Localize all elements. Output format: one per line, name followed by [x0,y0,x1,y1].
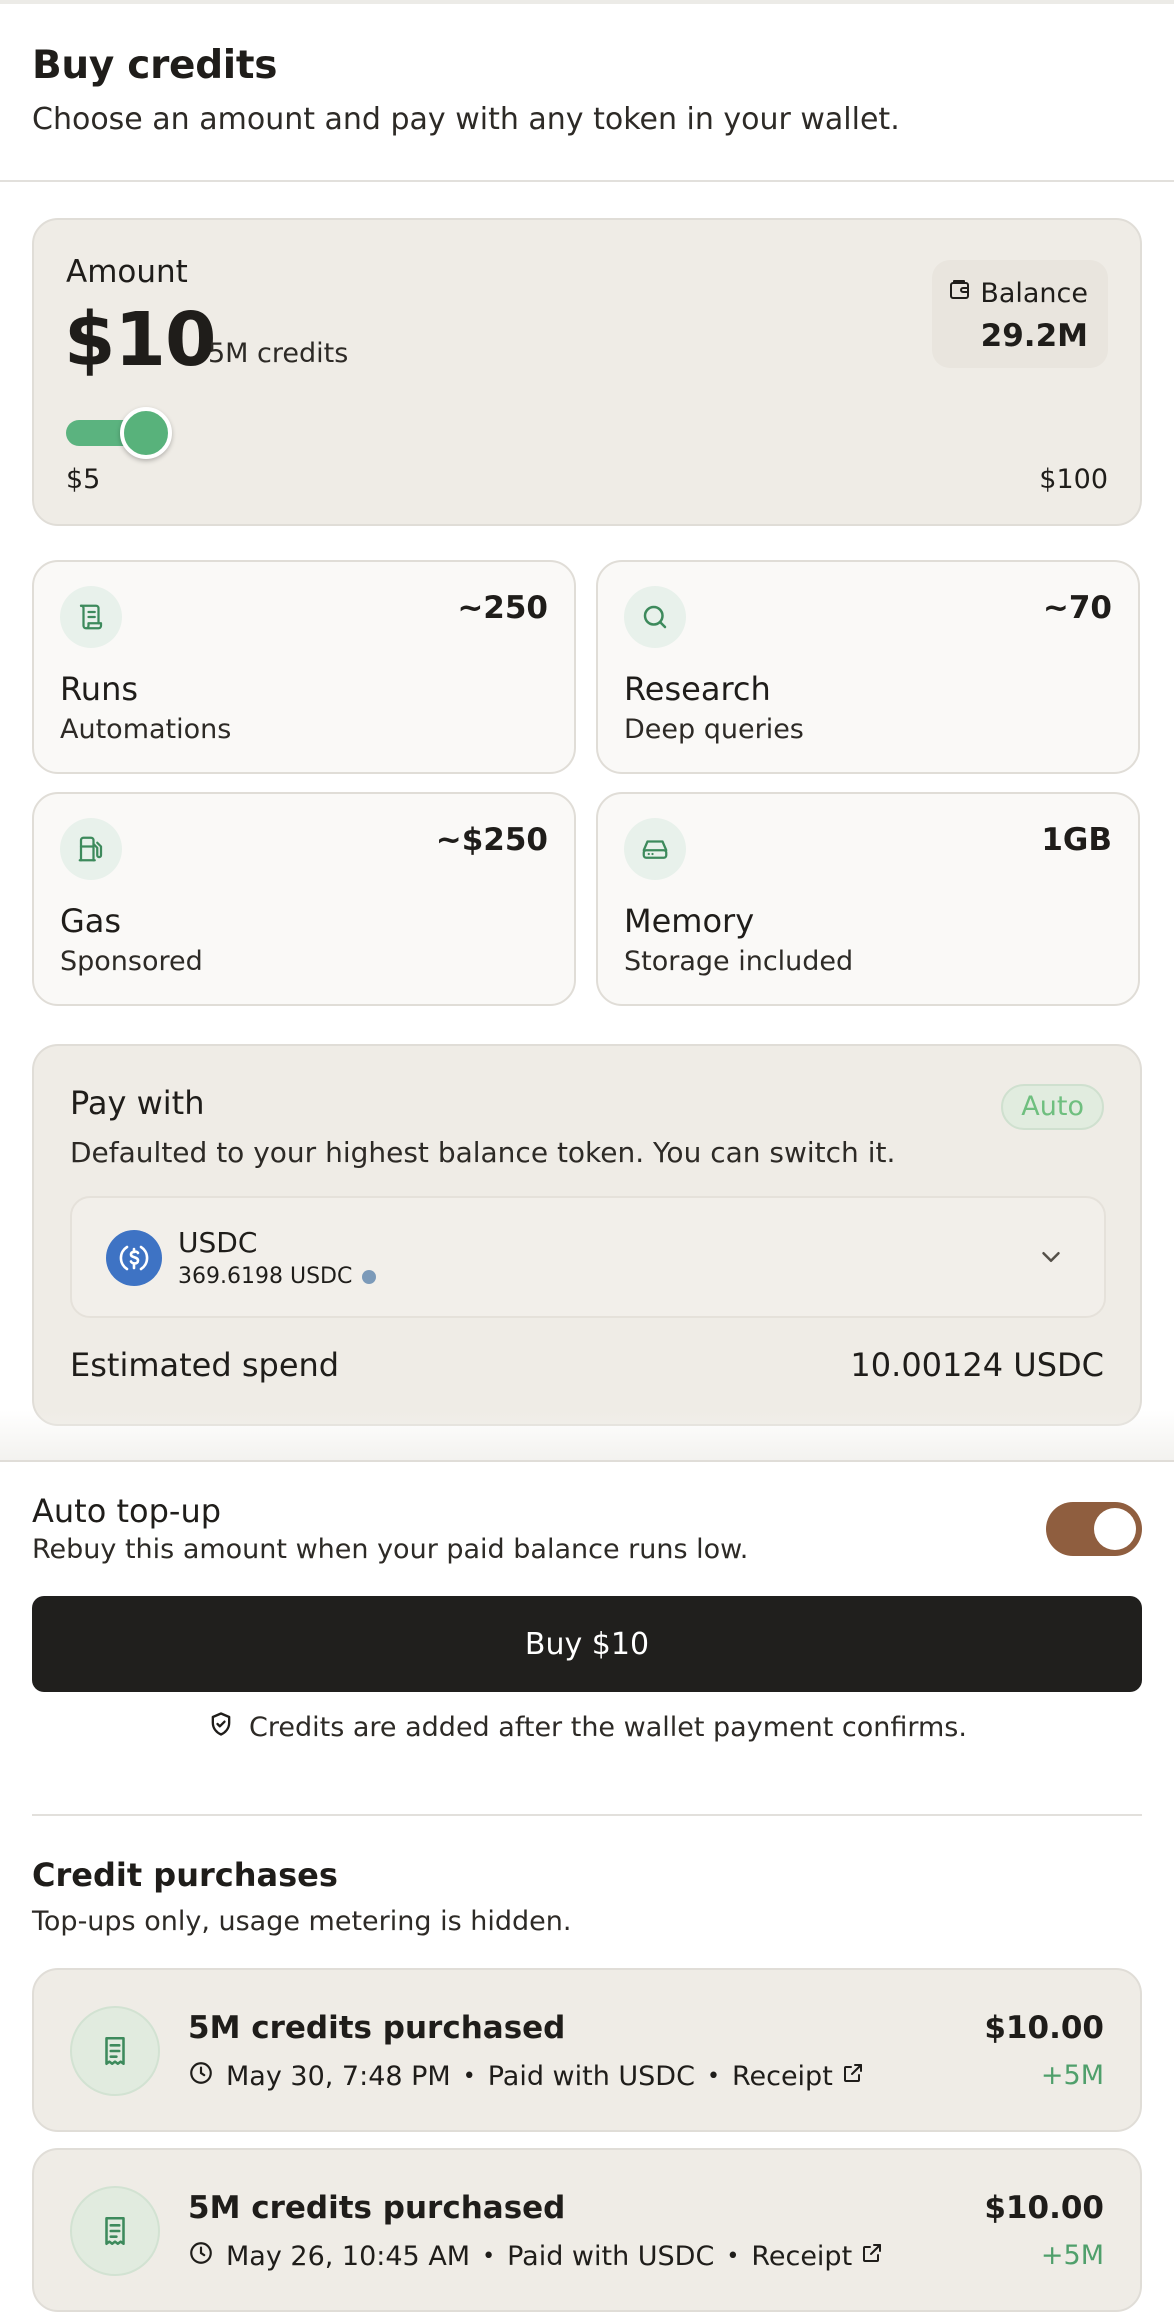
amount-slider[interactable] [66,407,176,459]
purchase-amount: $10.00 [984,2190,1104,2226]
purchase-item: 5M credits purchased May 30, 7:48 PM • P… [32,1968,1142,2132]
wallet-icon [948,278,972,309]
stat-title: Gas [60,902,122,940]
slider-thumb[interactable] [120,407,172,459]
balance-label-row: Balance [948,278,1088,309]
receipt-icon [70,2186,160,2276]
purchase-date: May 26, 10:45 AM [226,2241,471,2272]
clock-icon [188,2240,214,2273]
pay-with-description: Defaulted to your highest balance token.… [70,1136,896,1169]
amount-card: Amount $10 5M credits Balance 29.2M $5 $… [32,218,1142,526]
auto-topup-toggle[interactable] [1046,1502,1142,1556]
page-header: Buy credits Choose an amount and pay wit… [32,42,1142,140]
pay-with-title: Pay with [70,1084,205,1122]
payment-note: Credits are added after the wallet payme… [0,1710,1174,1745]
purchase-item: 5M credits purchased May 26, 10:45 AM • … [32,2148,1142,2312]
stat-title: Memory [624,902,755,940]
toggle-knob [1094,1508,1136,1550]
purchase-paid-with: Paid with USDC [507,2241,715,2272]
clock-icon [188,2060,214,2093]
external-link-icon [860,2241,884,2272]
chevron-down-icon [1036,1242,1066,1276]
token-name: USDC [178,1226,258,1259]
estimated-spend-label: Estimated spend [70,1346,340,1384]
stat-card-runs: ~250 Runs Automations [32,560,576,774]
purchase-paid-with: Paid with USDC [487,2061,695,2092]
stat-subtitle: Storage included [624,946,854,977]
shield-check-icon [207,1710,235,1745]
auto-topup-title: Auto top-up [32,1492,222,1530]
scroll-icon [60,586,122,648]
stat-card-research: ~70 Research Deep queries [596,560,1140,774]
amount-value: $10 [64,297,216,383]
usdc-logo-icon [106,1230,162,1286]
stat-title: Research [624,670,771,708]
hard-drive-icon [624,818,686,880]
payment-note-text: Credits are added after the wallet payme… [249,1712,967,1743]
fuel-pump-icon [60,818,122,880]
section-divider [32,1814,1142,1816]
stat-value: ~250 [457,590,548,626]
top-rule [0,0,1174,4]
slider-max-label: $100 [1039,464,1108,495]
meta-separator: • [706,2064,720,2089]
purchase-title: 5M credits purchased [188,2010,566,2046]
purchase-date: May 30, 7:48 PM [226,2061,451,2092]
stat-subtitle: Sponsored [60,946,203,977]
purchase-credits: +5M [1040,2240,1104,2271]
amount-credits: 5M credits [208,338,349,369]
auto-badge: Auto [1001,1084,1104,1130]
stat-subtitle: Automations [60,714,232,745]
token-select[interactable]: USDC 369.6198 USDC [70,1196,1106,1318]
token-balance-row: 369.6198 USDC [178,1264,377,1289]
credit-purchases-title: Credit purchases [32,1856,338,1894]
purchase-amount: $10.00 [984,2010,1104,2046]
network-icon [362,1269,377,1284]
stat-value: 1GB [1041,822,1112,858]
credit-purchases-subtitle: Top-ups only, usage metering is hidden. [32,1906,572,1937]
meta-separator: • [482,2244,496,2269]
stat-card-memory: 1GB Memory Storage included [596,792,1140,1006]
buy-button[interactable]: Buy $10 [32,1596,1142,1692]
pay-with-card: Pay with Auto Defaulted to your highest … [32,1044,1142,1426]
receipt-link-label: Receipt [751,2241,853,2272]
purchase-credits: +5M [1040,2060,1104,2091]
header-divider [0,180,1174,182]
page-subtitle: Choose an amount and pay with any token … [32,102,900,137]
purchase-meta: May 30, 7:48 PM • Paid with USDC • Recei… [188,2060,865,2093]
stat-title: Runs [60,670,139,708]
slider-min-label: $5 [66,464,101,495]
balance-box: Balance 29.2M [932,260,1108,368]
purchase-meta: May 26, 10:45 AM • Paid with USDC • Rece… [188,2240,884,2273]
estimated-spend-value: 10.00124 USDC [850,1346,1104,1384]
meta-separator: • [726,2244,740,2269]
meta-separator: • [462,2064,476,2089]
stat-value: ~70 [1042,590,1112,626]
stat-card-gas: ~$250 Gas Sponsored [32,792,576,1006]
receipt-link-label: Receipt [731,2061,833,2092]
stat-subtitle: Deep queries [624,714,804,745]
amount-label: Amount [66,254,188,290]
receipt-link[interactable]: Receipt [751,2241,884,2272]
receipt-link[interactable]: Receipt [732,2061,865,2092]
external-link-icon [841,2061,865,2092]
balance-value: 29.2M [980,318,1088,354]
page-title: Buy credits [32,43,278,88]
footer-divider [0,1460,1174,1462]
receipt-icon [70,2006,160,2096]
auto-topup-description: Rebuy this amount when your paid balance… [32,1534,749,1565]
purchase-title: 5M credits purchased [188,2190,566,2226]
balance-label: Balance [980,278,1088,309]
search-icon [624,586,686,648]
scroll-fade [0,1410,1174,1460]
stat-value: ~$250 [435,822,548,858]
token-balance: 369.6198 USDC [178,1264,353,1289]
